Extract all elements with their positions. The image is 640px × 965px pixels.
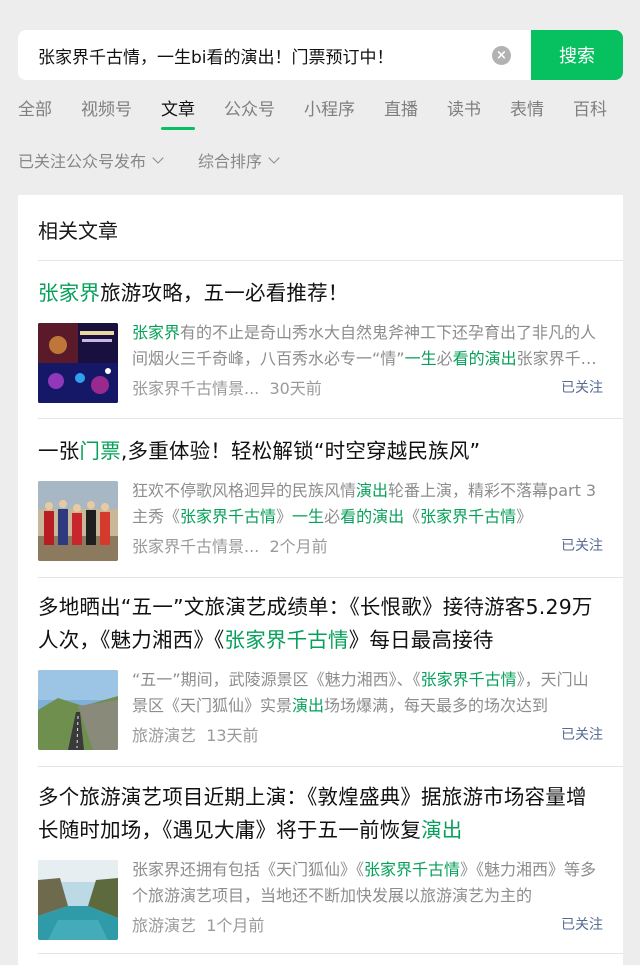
article-item[interactable]: 张家界旅游攻略，五一必看推荐！ 张家界有的不止是奇山秀水大自然鬼斧神工下还孕育出了… <box>38 277 603 403</box>
divider <box>38 418 623 419</box>
article-thumbnail[interactable] <box>38 860 118 940</box>
article-title[interactable]: 多地晒出“五一”文旅演艺成绩单：《长恨歌》接待游客5.29万人次，《魅力湘西》《… <box>38 591 603 657</box>
article-body: 张家界有的不止是奇山秀水大自然鬼斧神工下还孕育出了非凡的人间烟火三千奇峰，八百秀… <box>38 320 603 403</box>
article-snippet: 张家界还拥有包括《天门狐仙》《张家界千古情》《魅力湘西》等多个旅游演艺项目，当地… <box>132 860 597 905</box>
article-thumbnail[interactable] <box>38 481 118 561</box>
followed-badge: 已关注 <box>561 727 603 743</box>
article-time: 2个月前 <box>269 537 328 556</box>
search-query-text: 张家界千古情，一生bi看的演出！门票预订中！ <box>38 47 394 68</box>
tab-item[interactable]: 直播 <box>384 96 418 130</box>
tab-item[interactable]: 小程序 <box>304 96 355 130</box>
article-time: 13天前 <box>206 726 259 745</box>
article-snippet: 张家界有的不止是奇山秀水大自然鬼斧神工下还孕育出了非凡的人间烟火三千奇峰，八百秀… <box>132 323 597 368</box>
results-card: 相关文章 张家界旅游攻略，五一必看推荐！ 张家界有的不止是奇山秀水大自然鬼斧神工下… <box>18 195 623 965</box>
article-title[interactable]: 张家界旅游攻略，五一必看推荐！ <box>38 277 603 310</box>
search-bar: 张家界千古情，一生bi看的演出！门票预订中！ × 搜索 <box>18 30 623 80</box>
chevron-down-icon <box>152 152 164 164</box>
tab-item[interactable]: 文章 <box>161 96 195 130</box>
section-title: 相关文章 <box>38 219 118 243</box>
tab-item[interactable]: 表情 <box>510 96 544 130</box>
tab-item[interactable]: 公众号 <box>224 96 275 130</box>
article-thumbnail[interactable] <box>38 323 118 403</box>
article-source[interactable]: 旅游演艺 <box>132 726 196 745</box>
category-tabs: 全部 视频号 文章 公众号 小程序 直播 读书 表情 百科 <box>18 96 636 132</box>
article-meta: 张家界千古情景... 2个月前 <box>132 533 328 557</box>
article-thumbnail[interactable] <box>38 670 118 750</box>
article-body: “五一”期间，武陵源景区《魅力湘西》、《张家界千古情》，天门山景区《天门狐仙》实… <box>38 667 603 750</box>
divider <box>38 766 623 767</box>
tab-item[interactable]: 全部 <box>18 96 52 130</box>
article-item[interactable]: 多个旅游演艺项目近期上演：《敦煌盛典》据旅游市场容量增长随时加场，《遇见大庸》将… <box>38 781 603 940</box>
search-input[interactable]: 张家界千古情，一生bi看的演出！门票预订中！ × <box>18 30 531 80</box>
article-title[interactable]: 一张门票,多重体验！轻松解锁“时空穿越民族风” <box>38 435 603 468</box>
filter-label: 综合排序 <box>198 152 263 171</box>
article-body: 狂欢不停歌风格迥异的民族风情演出轮番上演，精彩不落幕part 3主秀《张家界千古… <box>38 478 603 561</box>
clear-icon[interactable]: × <box>492 46 511 65</box>
article-item[interactable]: 多地晒出“五一”文旅演艺成绩单：《长恨歌》接待游客5.29万人次，《魅力湘西》《… <box>38 591 603 750</box>
article-time: 30天前 <box>269 379 322 398</box>
article-meta: 旅游演艺 13天前 <box>132 722 259 746</box>
followed-badge: 已关注 <box>561 380 603 396</box>
divider <box>38 953 623 954</box>
filter-followed-accounts[interactable]: 已关注公众号发布 <box>18 148 164 172</box>
divider <box>38 260 623 261</box>
article-snippet: 狂欢不停歌风格迥异的民族风情演出轮番上演，精彩不落幕part 3主秀《张家界千古… <box>132 481 597 526</box>
article-time: 1个月前 <box>206 916 265 935</box>
tab-item[interactable]: 百科 <box>573 96 607 130</box>
article-source[interactable]: 张家界千古情景... <box>132 537 259 556</box>
tab-item[interactable]: 视频号 <box>81 96 132 130</box>
article-meta: 旅游演艺 1个月前 <box>132 912 264 936</box>
followed-badge: 已关注 <box>561 917 603 933</box>
filter-label: 已关注公众号发布 <box>18 152 147 171</box>
tab-item[interactable]: 读书 <box>447 96 481 130</box>
divider <box>38 577 623 578</box>
followed-badge: 已关注 <box>561 538 603 554</box>
article-snippet: “五一”期间，武陵源景区《魅力湘西》、《张家界千古情》，天门山景区《天门狐仙》实… <box>132 670 589 715</box>
article-body: 张家界还拥有包括《天门狐仙》《张家界千古情》《魅力湘西》等多个旅游演艺项目，当地… <box>38 857 603 940</box>
article-source[interactable]: 旅游演艺 <box>132 916 196 935</box>
filter-sort[interactable]: 综合排序 <box>198 148 280 172</box>
article-item[interactable]: 一张门票,多重体验！轻松解锁“时空穿越民族风” 狂欢不停歌风格迥异的民族风情演出轮… <box>38 435 603 561</box>
filter-bar: 已关注公众号发布 综合排序 <box>18 148 314 172</box>
article-title[interactable]: 多个旅游演艺项目近期上演：《敦煌盛典》据旅游市场容量增长随时加场，《遇见大庸》将… <box>38 781 603 847</box>
search-button[interactable]: 搜索 <box>531 30 623 80</box>
article-source[interactable]: 张家界千古情景... <box>132 379 259 398</box>
chevron-down-icon <box>268 152 280 164</box>
article-meta: 张家界千古情景... 30天前 <box>132 375 322 399</box>
